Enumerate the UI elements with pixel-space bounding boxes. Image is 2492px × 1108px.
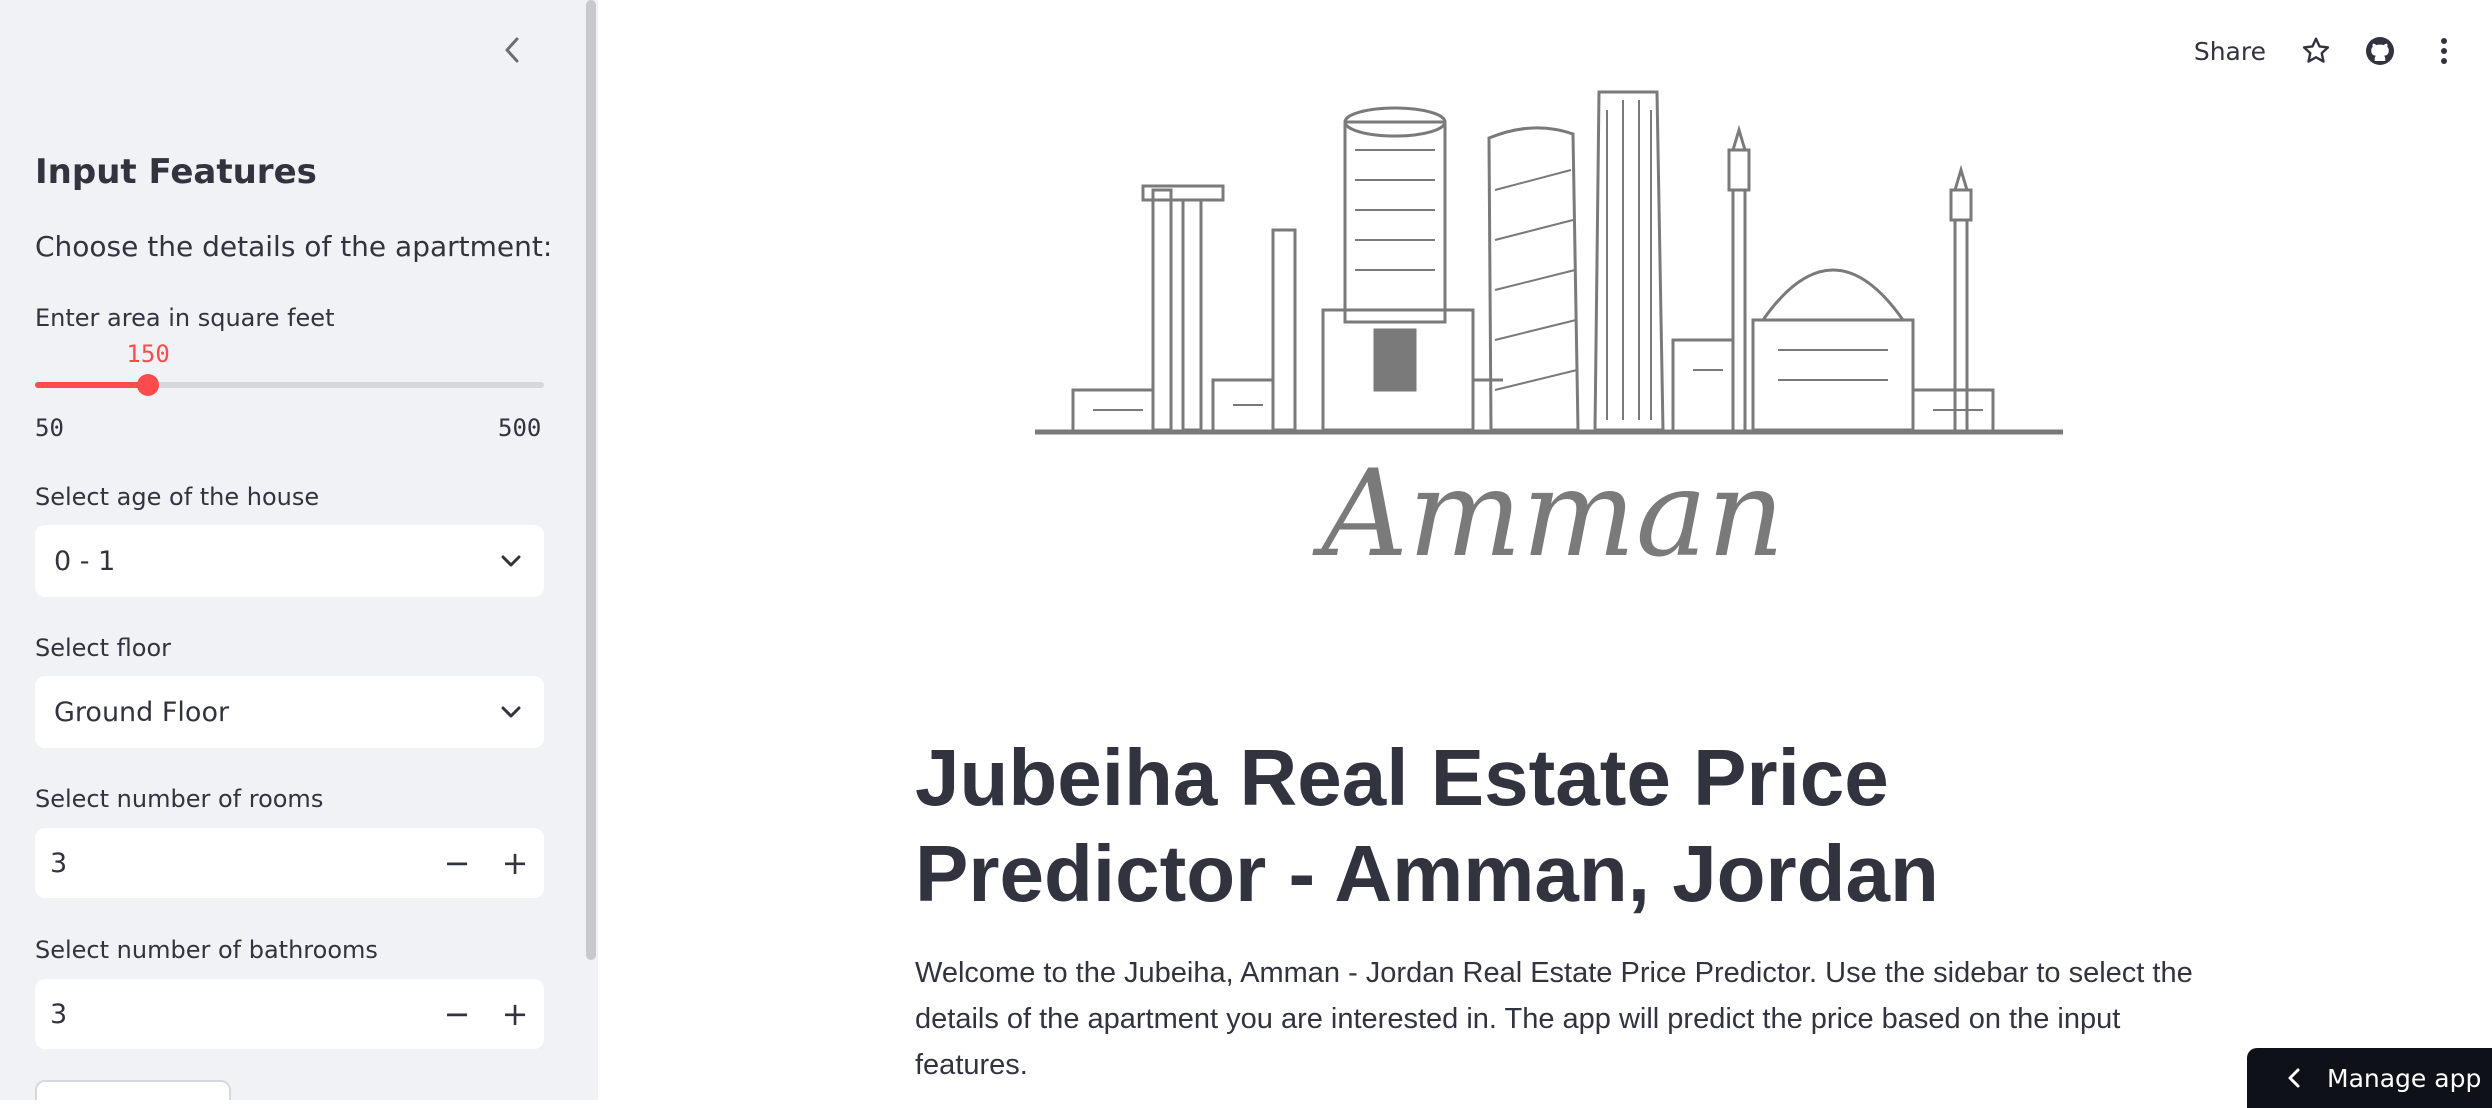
intro-paragraph: Welcome to the Jubeiha, Amman - Jordan R… [915, 957, 2193, 1081]
chevron-left-icon [505, 37, 519, 63]
rooms-input-label: Select number of rooms [35, 785, 324, 813]
more-vertical-icon [2441, 38, 2447, 64]
area-slider-thumb[interactable] [137, 374, 160, 396]
github-icon [2366, 37, 2394, 65]
bathrooms-increment-button[interactable]: + [486, 979, 544, 1049]
area-slider-value: 150 [126, 340, 170, 368]
area-slider-fill [35, 382, 149, 388]
bathrooms-input-label: Select number of bathrooms [35, 936, 378, 964]
page-title: Jubeiha Real Estate Price Predictor - Am… [915, 733, 1939, 918]
main-menu-button[interactable] [2424, 31, 2464, 71]
collapse-sidebar-button[interactable] [496, 30, 528, 70]
rooms-number-input: 3 − + [35, 828, 544, 898]
favorite-button[interactable] [2296, 31, 2336, 71]
floor-select[interactable]: Ground Floor [35, 676, 544, 748]
predict-button[interactable] [35, 1080, 231, 1100]
sidebar-title: Input Features [35, 152, 317, 192]
hero-script-text: Amman [1311, 445, 1784, 584]
amman-skyline-image: Amman [1035, 90, 2063, 584]
floor-select-value: Ground Floor [54, 696, 230, 728]
toolbar: Share [2194, 26, 2492, 76]
manage-app-label: Manage app [2327, 1063, 2482, 1093]
github-button[interactable] [2360, 31, 2400, 71]
bathrooms-number-input: 3 − + [35, 979, 544, 1049]
share-button[interactable]: Share [2194, 37, 2266, 66]
rooms-decrement-button[interactable]: − [428, 828, 486, 898]
chevron-down-icon [501, 706, 521, 718]
sidebar-subtitle: Choose the details of the apartment: [35, 230, 553, 263]
area-slider-max: 500 [498, 414, 542, 442]
rooms-increment-button[interactable]: + [486, 828, 544, 898]
area-slider[interactable] [35, 374, 544, 396]
age-select[interactable]: 0 - 1 [35, 525, 544, 597]
star-icon [2302, 37, 2330, 63]
bathrooms-decrement-button[interactable]: − [428, 979, 486, 1049]
sidebar-scrollbar[interactable] [586, 0, 596, 960]
age-select-value: 0 - 1 [54, 545, 116, 577]
sidebar: Input Features Choose the details of the… [0, 0, 598, 1100]
manage-app-button[interactable]: Manage app [2247, 1048, 2492, 1108]
area-slider-min: 50 [35, 414, 64, 442]
main-content: Share Amman Jubeiha Real Estate Price Pr… [598, 0, 2492, 1100]
bathrooms-input-field[interactable]: 3 [35, 999, 428, 1030]
chevron-down-icon [501, 555, 521, 567]
chevron-left-icon [2288, 1068, 2300, 1088]
area-slider-label: Enter area in square feet [35, 304, 335, 332]
age-select-label: Select age of the house [35, 483, 320, 511]
rooms-input-field[interactable]: 3 [35, 848, 428, 879]
floor-select-label: Select floor [35, 634, 172, 662]
